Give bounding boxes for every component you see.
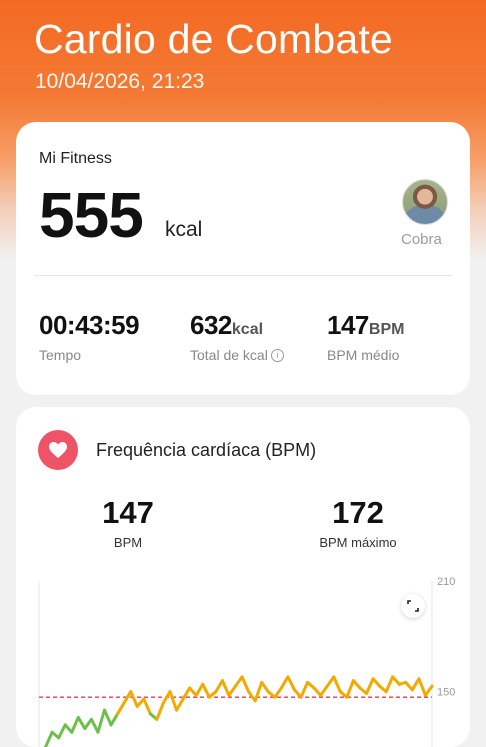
hr-line-segment bbox=[142, 697, 152, 716]
stat-duration: 00:43:59 Tempo bbox=[39, 310, 140, 363]
calories-unit: kcal bbox=[165, 218, 203, 241]
hr-line-segment bbox=[319, 684, 329, 697]
hr-line-segment bbox=[227, 684, 237, 697]
hr-max-value: 172 bbox=[332, 495, 384, 530]
info-icon[interactable]: i bbox=[270, 348, 284, 362]
hr-avg-value: 147 bbox=[102, 495, 154, 530]
hr-line-segment bbox=[345, 679, 355, 699]
heart-rate-chart: 210 150 bbox=[16, 571, 470, 747]
hr-line-segment bbox=[83, 717, 93, 731]
hr-line-segment bbox=[57, 723, 67, 740]
hr-line-segment bbox=[417, 677, 427, 697]
hr-line-segment bbox=[365, 677, 375, 696]
workout-title: Cardio de Combate bbox=[34, 16, 393, 62]
total-kcal-value: 632 bbox=[190, 310, 232, 340]
hr-line-segment bbox=[384, 675, 395, 694]
user-name: Cobra bbox=[401, 231, 442, 248]
avg-bpm-value: 147 bbox=[327, 310, 369, 340]
hr-line-segment bbox=[214, 679, 224, 694]
hr-line-segment bbox=[273, 686, 283, 699]
hr-line-segment bbox=[103, 708, 113, 727]
stat-total-kcal: 632kcal Total de kcal i bbox=[190, 310, 284, 363]
heart-icon bbox=[38, 430, 78, 470]
source-app-label: Mi Fitness bbox=[39, 150, 112, 167]
hr-line-segment bbox=[260, 680, 270, 694]
hr-line-segment bbox=[109, 712, 120, 727]
avg-bpm-label: BPM médio bbox=[327, 347, 400, 363]
heart-rate-card: Frequência cardíaca (BPM) 147 BPM 172 BP… bbox=[16, 407, 470, 747]
hr-line-segment bbox=[175, 697, 185, 712]
hr-line-segment bbox=[76, 715, 87, 731]
workout-datetime: 10/04/2026, 21:23 bbox=[35, 70, 205, 93]
hr-avg-stat: 147 BPM bbox=[76, 495, 180, 550]
hr-line-segment bbox=[279, 675, 290, 690]
hr-max-stat: 172 BPM máximo bbox=[298, 495, 418, 550]
hr-line-segment bbox=[253, 680, 264, 703]
heart-rate-title: Frequência cardíaca (BPM) bbox=[96, 440, 317, 460]
hr-line-segment bbox=[201, 682, 211, 699]
stat-avg-bpm: 147BPM BPM médio bbox=[327, 310, 404, 363]
hr-line-segment bbox=[96, 708, 106, 734]
calories-value: 555 bbox=[39, 179, 144, 251]
hr-max-label: BPM máximo bbox=[319, 535, 397, 550]
total-kcal-label: Total de kcal bbox=[190, 347, 268, 363]
expand-icon bbox=[407, 600, 419, 612]
hr-line-segment bbox=[155, 701, 165, 721]
hr-line-segment bbox=[299, 680, 310, 699]
hr-line-segment bbox=[220, 679, 231, 697]
hr-line-segment bbox=[129, 690, 139, 708]
summary-card: Mi Fitness 555 kcal Cobra 00:43:59 Tempo… bbox=[16, 122, 470, 395]
hr-line-segment bbox=[286, 675, 296, 692]
avatar[interactable] bbox=[402, 179, 448, 225]
total-kcal-unit: kcal bbox=[231, 321, 264, 338]
hr-line-segment bbox=[240, 675, 251, 694]
hr-line-segment bbox=[194, 682, 205, 697]
hr-line-segment bbox=[44, 730, 54, 747]
divider bbox=[34, 275, 452, 276]
duration-value: 00:43:59 bbox=[39, 310, 140, 340]
hr-line-segment bbox=[423, 684, 434, 697]
duration-label: Tempo bbox=[39, 347, 82, 363]
hr-line-segment bbox=[116, 701, 126, 716]
hr-avg-label: BPM bbox=[113, 535, 143, 550]
hr-line-segment bbox=[168, 690, 179, 712]
y-tick-label-1: 150 bbox=[437, 687, 455, 699]
expand-chart-button[interactable] bbox=[401, 594, 425, 618]
heart-rate-chart-svg: 210 150 bbox=[38, 576, 455, 747]
avg-bpm-unit: BPM bbox=[368, 321, 405, 338]
y-tick-label-0: 210 bbox=[437, 576, 455, 588]
hr-line-segment bbox=[410, 677, 421, 692]
hr-line-segment bbox=[332, 675, 342, 694]
